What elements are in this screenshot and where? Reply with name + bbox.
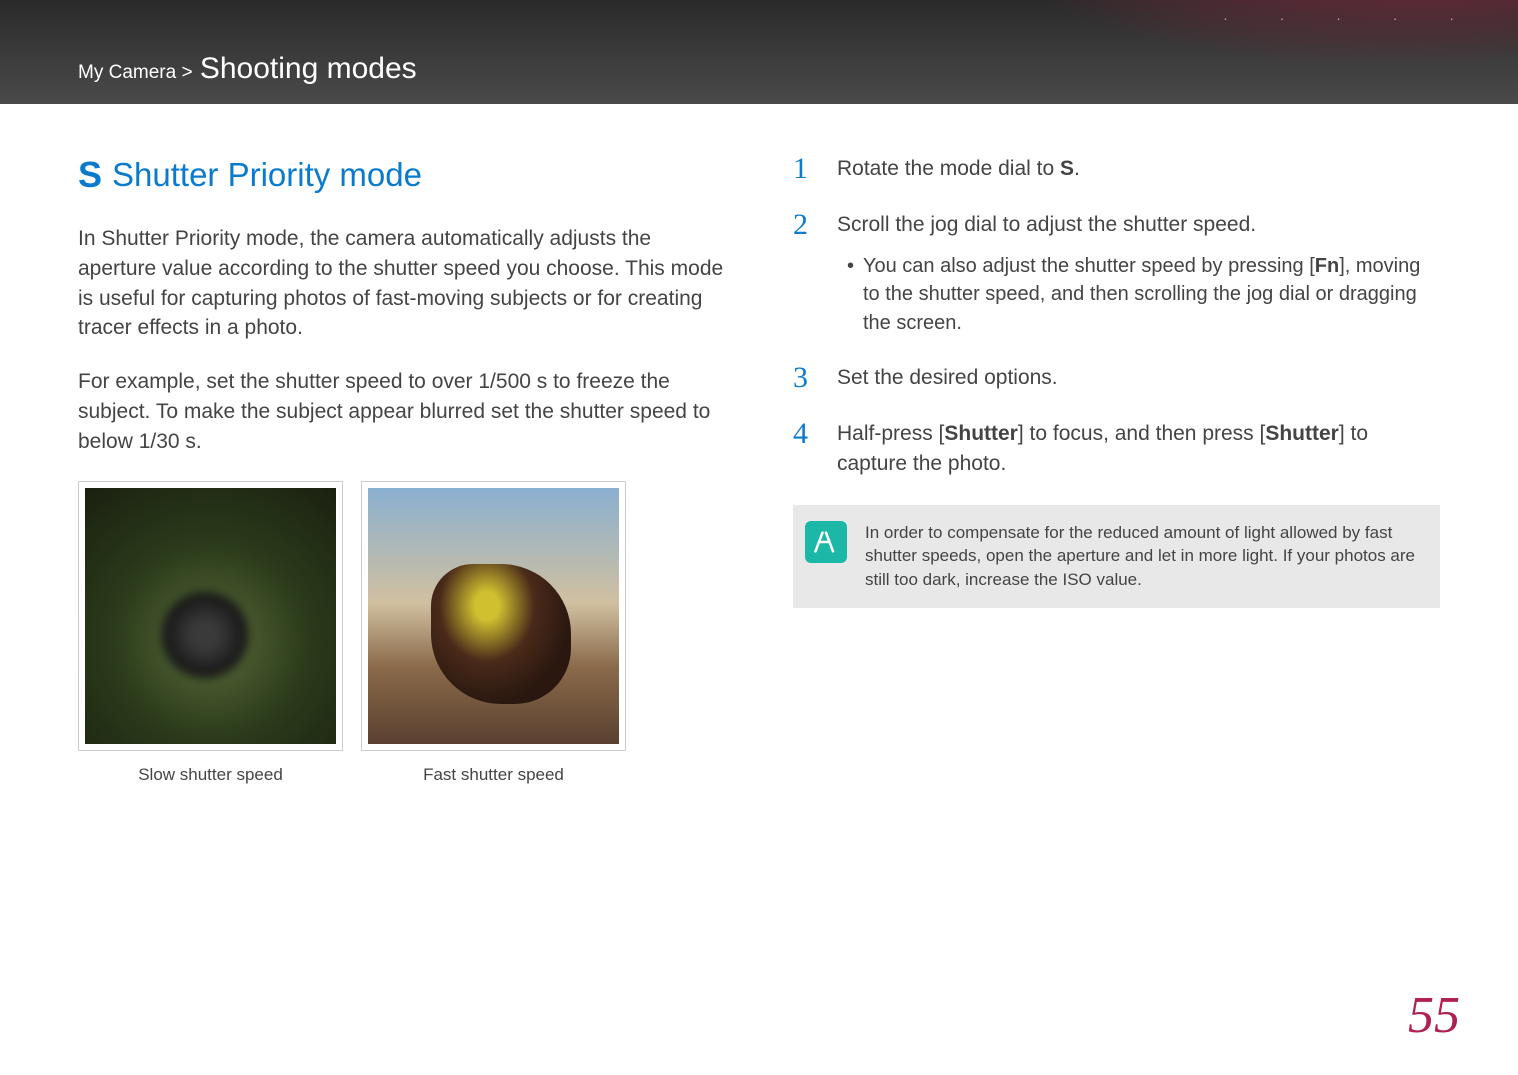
step-3: 3 Set the desired options. (793, 363, 1440, 393)
intro-paragraph-1: In Shutter Priority mode, the camera aut… (78, 224, 725, 343)
left-column: S Shutter Priority mode In Shutter Prior… (78, 154, 725, 785)
section-title: S Shutter Priority mode (78, 154, 725, 196)
image-slow-container: Slow shutter speed (78, 481, 343, 785)
step-body: Half-press [Shutter] to focus, and then … (837, 419, 1440, 479)
intro-paragraph-2: For example, set the shutter speed to ov… (78, 367, 725, 456)
step-1: 1 Rotate the mode dial to S. (793, 154, 1440, 184)
s-mode-inline-icon: S (1060, 157, 1074, 180)
shutter-label: Shutter (944, 422, 1018, 445)
content-area: S Shutter Priority mode In Shutter Prior… (0, 104, 1518, 785)
image-fast-container: Fast shutter speed (361, 481, 626, 785)
breadcrumb-parent: My Camera (78, 62, 176, 83)
fn-button-icon: Fn (1315, 255, 1339, 277)
step-text: . (1074, 157, 1080, 180)
s-mode-icon: S (78, 154, 102, 196)
section-title-text: Shutter Priority mode (112, 156, 422, 194)
step-body: Rotate the mode dial to S. (837, 154, 1080, 184)
step-substep: You can also adjust the shutter speed by… (837, 252, 1440, 337)
step-number: 2 (793, 210, 819, 240)
page-number: 55 (1408, 986, 1460, 1045)
step-text: Set the desired options. (837, 366, 1058, 389)
step-body: Set the desired options. (837, 363, 1058, 393)
step-number: 1 (793, 154, 819, 184)
step-number: 3 (793, 363, 819, 393)
slow-shutter-image (85, 488, 336, 744)
steps-list: 1 Rotate the mode dial to S. 2 Scroll th… (793, 154, 1440, 479)
page-header: · · · · · My Camera > Shooting modes (0, 0, 1518, 104)
example-images-row: Slow shutter speed Fast shutter speed (78, 481, 725, 785)
fast-shutter-image (368, 488, 619, 744)
right-column: 1 Rotate the mode dial to S. 2 Scroll th… (793, 154, 1440, 785)
breadcrumb-title: Shooting modes (200, 52, 417, 85)
substep-text: You can also adjust the shutter speed by… (863, 255, 1315, 277)
header-decoration: · · · · · (998, 0, 1518, 104)
step-text: Scroll the jog dial to adjust the shutte… (837, 213, 1256, 236)
caption-fast: Fast shutter speed (361, 765, 626, 785)
image-frame (78, 481, 343, 751)
caption-slow: Slow shutter speed (78, 765, 343, 785)
step-text: ] to focus, and then press [ (1018, 422, 1265, 445)
note-text: In order to compensate for the reduced a… (865, 521, 1420, 592)
note-box: In order to compensate for the reduced a… (793, 505, 1440, 608)
step-number: 4 (793, 419, 819, 449)
breadcrumb-separator: > (176, 62, 198, 83)
image-frame (361, 481, 626, 751)
step-text: Rotate the mode dial to (837, 157, 1060, 180)
step-body: Scroll the jog dial to adjust the shutte… (837, 210, 1440, 337)
step-text: Half-press [ (837, 422, 944, 445)
breadcrumb: My Camera > Shooting modes (78, 52, 417, 86)
note-icon (805, 521, 847, 563)
step-2: 2 Scroll the jog dial to adjust the shut… (793, 210, 1440, 337)
step-4: 4 Half-press [Shutter] to focus, and the… (793, 419, 1440, 479)
shutter-label: Shutter (1265, 422, 1339, 445)
